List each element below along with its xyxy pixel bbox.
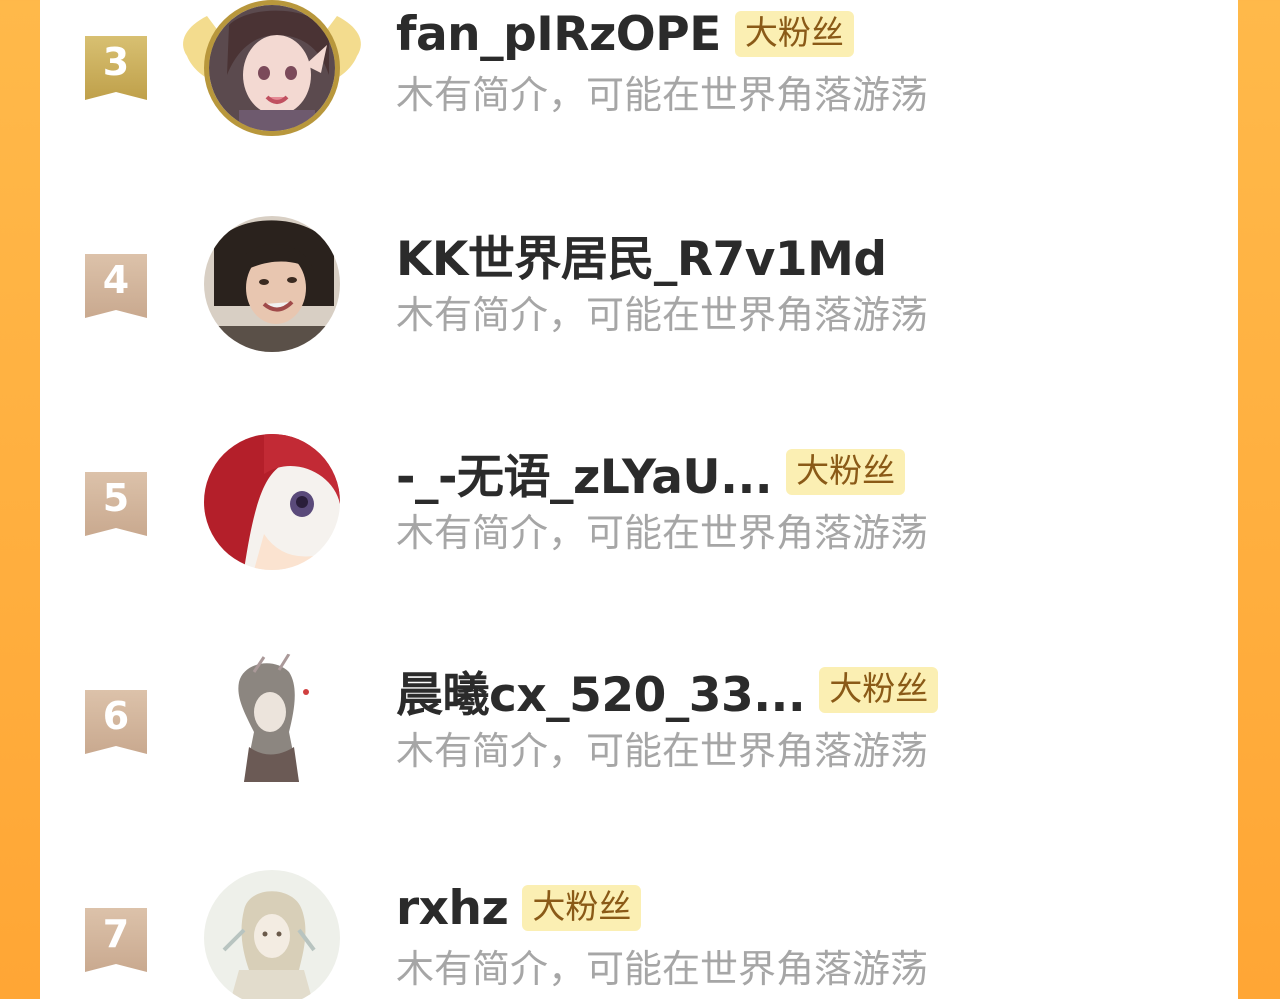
rank-number: 4 — [102, 258, 130, 302]
big-fan-badge: 大粉丝 — [786, 449, 906, 495]
fan-name[interactable]: rxhz — [396, 881, 509, 936]
rank-flag-icon: 5 — [85, 472, 147, 536]
list-item[interactable]: 7 rxhz 大粉丝 木有简介，可能在世界角落游荡 — [40, 850, 1238, 999]
fan-bio: 木有简介，可能在世界角落游荡 — [396, 511, 929, 555]
list-item[interactable]: 4 KK世界居民_R7v1Md 木有简介，可能在世界角落游荡 — [40, 196, 1238, 366]
rank-flag-icon: 6 — [85, 690, 147, 754]
rank-number: 6 — [102, 694, 130, 738]
fan-ranking-list: 3 fan_pIRzOPE 大粉丝 木有简介，可能在世界角落游荡 4 KK世界居… — [40, 0, 1238, 999]
list-item[interactable]: 6 晨曦cx_520_33... 大粉丝 木有简介，可能在世界角落游荡 — [40, 632, 1238, 802]
rank-number: 5 — [102, 476, 130, 520]
sketch-girl-avatar-icon — [204, 652, 340, 788]
rank-flag-icon: 7 — [85, 908, 147, 972]
fan-name[interactable]: 晨曦cx_520_33... — [396, 656, 806, 725]
red-hair-anime-avatar-icon — [204, 434, 340, 570]
fan-name[interactable]: -_-无语_zLYaU... — [396, 438, 773, 507]
avatar[interactable] — [204, 870, 340, 999]
avatar[interactable] — [204, 216, 340, 352]
fan-bio: 木有简介，可能在世界角落游荡 — [396, 729, 929, 773]
rank-number: 3 — [102, 40, 130, 84]
list-item[interactable]: 5 -_-无语_zLYaU... 大粉丝 木有简介，可能在世界角落游荡 — [40, 414, 1238, 584]
rank-flag-icon: 4 — [85, 254, 147, 318]
big-fan-badge: 大粉丝 — [734, 11, 854, 57]
photo-portrait-avatar-icon — [204, 216, 340, 352]
rank-number: 7 — [102, 912, 130, 956]
fan-bio: 木有简介，可能在世界角落游荡 — [396, 293, 929, 337]
anime-girl-avatar-icon — [204, 0, 340, 136]
rank-flag-icon: 3 — [85, 36, 147, 100]
big-fan-badge: 大粉丝 — [819, 667, 939, 713]
list-item[interactable]: 3 fan_pIRzOPE 大粉丝 木有简介，可能在世界角落游荡 — [40, 0, 1238, 148]
avatar[interactable] — [204, 652, 340, 788]
fan-bio: 木有简介，可能在世界角落游荡 — [396, 73, 929, 117]
avatar[interactable] — [183, 0, 361, 136]
pale-illustration-avatar-icon — [204, 870, 340, 999]
fan-name[interactable]: fan_pIRzOPE — [396, 7, 721, 62]
fan-bio: 木有简介，可能在世界角落游荡 — [396, 947, 929, 991]
avatar[interactable] — [204, 434, 340, 570]
fan-name[interactable]: KK世界居民_R7v1Md — [396, 220, 887, 289]
big-fan-badge: 大粉丝 — [522, 885, 642, 931]
